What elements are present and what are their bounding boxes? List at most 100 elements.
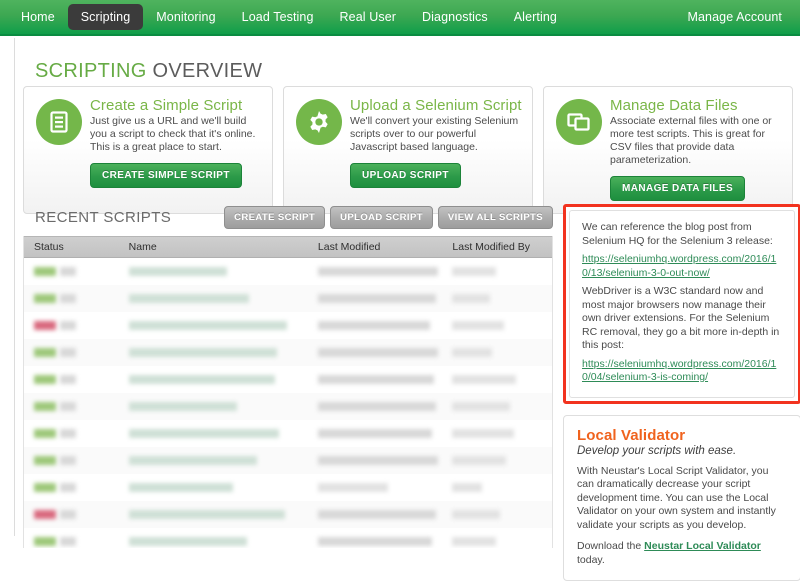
cell-last-modified-by <box>442 483 552 492</box>
table-row[interactable] <box>24 501 552 528</box>
create-script-button[interactable]: CREATE SCRIPT <box>224 206 325 229</box>
neustar-local-validator-link[interactable]: Neustar Local Validator <box>644 540 761 552</box>
cell-last-modified-by <box>442 456 552 465</box>
selenium-3-is-coming-link[interactable]: https://seleniumhq.wordpress.com/2016/10… <box>582 358 782 385</box>
card-body: Upload a Selenium Script We'll convert y… <box>350 97 522 188</box>
card-body: Create a Simple Script Just give us a UR… <box>90 97 262 188</box>
top-navigation-bar: Home Scripting Monitoring Load Testing R… <box>0 0 800 36</box>
recent-scripts-actions: CREATE SCRIPT UPLOAD SCRIPT VIEW ALL SCR… <box>224 206 553 229</box>
cell-last-modified <box>308 483 442 492</box>
recent-scripts-header: RECENT SCRIPTS CREATE SCRIPT UPLOAD SCRI… <box>23 206 553 236</box>
selenium-blog-note-inner: We can reference the blog post from Sele… <box>569 210 795 398</box>
cell-status <box>24 429 119 438</box>
cell-last-modified <box>308 321 442 330</box>
local-validator-subtitle: Develop your scripts with ease. <box>577 445 787 457</box>
card-upload-selenium-script: Upload a Selenium Script We'll convert y… <box>283 86 533 214</box>
nav-item-load-testing[interactable]: Load Testing <box>229 4 327 30</box>
nav-item-alerting[interactable]: Alerting <box>501 4 570 30</box>
column-header-last-modified[interactable]: Last Modified <box>308 241 442 253</box>
cell-last-modified <box>308 510 442 519</box>
table-row[interactable] <box>24 528 552 548</box>
cell-last-modified <box>308 267 442 276</box>
cell-status <box>24 456 119 465</box>
manage-account-link[interactable]: Manage Account <box>674 4 786 30</box>
cell-status <box>24 294 119 303</box>
card-title: Upload a Selenium Script <box>350 97 522 114</box>
upload-script-button[interactable]: UPLOAD SCRIPT <box>350 163 461 188</box>
document-lines-icon <box>36 99 82 145</box>
table-row[interactable] <box>24 339 552 366</box>
cell-name <box>119 456 308 465</box>
cell-last-modified <box>308 537 442 546</box>
cell-last-modified <box>308 375 442 384</box>
cell-name <box>119 483 308 492</box>
nav-item-real-user[interactable]: Real User <box>327 4 409 30</box>
table-row[interactable] <box>24 420 552 447</box>
card-title: Manage Data Files <box>610 97 782 114</box>
files-stack-icon <box>556 99 602 145</box>
nav-item-home[interactable]: Home <box>8 4 68 30</box>
create-simple-script-button[interactable]: CREATE SIMPLE SCRIPT <box>90 163 242 188</box>
cell-last-modified <box>308 456 442 465</box>
cell-last-modified-by <box>442 321 552 330</box>
view-all-scripts-button[interactable]: VIEW ALL SCRIPTS <box>438 206 553 229</box>
recent-scripts-section: RECENT SCRIPTS CREATE SCRIPT UPLOAD SCRI… <box>23 206 553 548</box>
cell-name <box>119 537 308 546</box>
gear-icon <box>296 99 342 145</box>
table-row[interactable] <box>24 393 552 420</box>
upload-script-button-toolbar[interactable]: UPLOAD SCRIPT <box>330 206 433 229</box>
column-header-last-modified-by[interactable]: Last Modified By <box>442 241 552 253</box>
card-title: Create a Simple Script <box>90 97 262 114</box>
cell-last-modified-by <box>442 348 552 357</box>
card-description: Just give us a URL and we'll build you a… <box>90 115 262 154</box>
table-body-redacted <box>24 258 552 548</box>
selenium-3-out-now-link[interactable]: https://seleniumhq.wordpress.com/2016/10… <box>582 253 782 280</box>
cell-last-modified-by <box>442 267 552 276</box>
table-header-row: Status Name Last Modified Last Modified … <box>24 236 552 258</box>
cell-name <box>119 267 308 276</box>
cell-last-modified-by <box>442 402 552 411</box>
cell-name <box>119 348 308 357</box>
cell-last-modified <box>308 402 442 411</box>
note-paragraph-2: WebDriver is a W3C standard now and most… <box>582 285 782 353</box>
cell-last-modified-by <box>442 375 552 384</box>
cell-status <box>24 348 119 357</box>
table-row[interactable] <box>24 366 552 393</box>
local-validator-download-line: Download the Neustar Local Validator tod… <box>577 540 787 567</box>
nav-item-monitoring[interactable]: Monitoring <box>143 4 228 30</box>
cell-last-modified-by <box>442 429 552 438</box>
selenium-blog-note-card: We can reference the blog post from Sele… <box>563 204 800 404</box>
column-header-status[interactable]: Status <box>24 241 119 253</box>
table-row[interactable] <box>24 285 552 312</box>
table-row[interactable] <box>24 258 552 285</box>
manage-data-files-button[interactable]: MANAGE DATA FILES <box>610 176 745 201</box>
table-row[interactable] <box>24 474 552 501</box>
page-title-rest: OVERVIEW <box>147 60 263 82</box>
column-header-name[interactable]: Name <box>119 241 308 253</box>
card-body: Manage Data Files Associate external fil… <box>610 97 782 201</box>
cell-name <box>119 375 308 384</box>
cell-last-modified-by <box>442 294 552 303</box>
cell-status <box>24 483 119 492</box>
table-row[interactable] <box>24 312 552 339</box>
note-paragraph-1: We can reference the blog post from Sele… <box>582 221 782 248</box>
right-sidebar: We can reference the blog post from Sele… <box>563 204 800 581</box>
table-row[interactable] <box>24 447 552 474</box>
page-body: SCRIPTING OVERVIEW Create a Simple Scrip… <box>0 38 800 536</box>
cell-name <box>119 321 308 330</box>
recent-scripts-table: Status Name Last Modified Last Modified … <box>23 236 553 548</box>
page-title: SCRIPTING OVERVIEW <box>35 60 262 83</box>
download-suffix-text: today. <box>577 554 605 566</box>
nav-item-scripting[interactable]: Scripting <box>68 4 144 30</box>
nav-item-diagnostics[interactable]: Diagnostics <box>409 4 501 30</box>
card-description: Associate external files with one or mor… <box>610 115 782 167</box>
local-validator-card: Local Validator Develop your scripts wit… <box>563 415 800 581</box>
cell-last-modified <box>308 294 442 303</box>
cell-name <box>119 294 308 303</box>
cell-status <box>24 402 119 411</box>
local-validator-title: Local Validator <box>577 427 787 444</box>
cell-status <box>24 375 119 384</box>
cell-last-modified <box>308 429 442 438</box>
card-create-simple-script: Create a Simple Script Just give us a UR… <box>23 86 273 214</box>
cell-status <box>24 537 119 546</box>
